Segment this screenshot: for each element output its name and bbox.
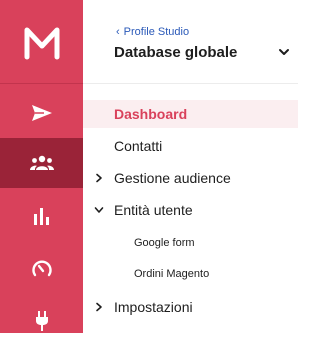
rail-item-reports[interactable] <box>0 191 83 241</box>
rail-item-audience[interactable] <box>0 138 83 188</box>
nav-item-label: Ordini Magento <box>134 268 210 280</box>
nav-item-label: Impostazioni <box>114 299 193 315</box>
m-logo-icon <box>24 27 59 59</box>
nav-item-contatti[interactable]: Contatti <box>83 132 298 160</box>
navigation-panel: ‹ Profile Studio Database globale Dashbo… <box>83 0 298 333</box>
nav-subitem-google-form[interactable]: Google form <box>83 229 298 257</box>
nav-item-label: Contatti <box>114 138 163 154</box>
chevron-left-icon: ‹ <box>116 26 120 38</box>
audience-icon <box>29 155 54 170</box>
chevron-down-icon[interactable] <box>278 46 290 58</box>
rail-item-performance[interactable] <box>0 243 83 293</box>
send-icon <box>31 105 52 121</box>
nav-item-gestione-audience[interactable]: Gestione audience <box>83 164 298 192</box>
brand-logo[interactable] <box>0 0 83 83</box>
gauge-icon <box>31 260 52 277</box>
nav-item-dashboard[interactable]: Dashboard <box>83 100 298 128</box>
page-title: Database globale <box>114 44 238 61</box>
rail-divider <box>0 83 83 84</box>
nav-subitem-ordini-magento[interactable]: Ordini Magento <box>83 260 298 288</box>
nav-item-label: Dashboard <box>114 106 188 122</box>
nav-item-label: Gestione audience <box>114 170 231 186</box>
chevron-down-icon[interactable] <box>94 205 104 215</box>
rail-item-campaigns[interactable] <box>0 88 83 138</box>
nav-item-label: Google form <box>134 237 195 249</box>
header-divider <box>83 83 298 84</box>
nav-item-label: Entità utente <box>114 202 193 218</box>
rail-item-integrations[interactable] <box>0 296 83 346</box>
breadcrumb-label: Profile Studio <box>123 26 190 38</box>
nav-item-entita-utente[interactable]: Entità utente <box>83 196 298 224</box>
chevron-right-icon[interactable] <box>94 173 104 183</box>
plug-icon <box>35 311 48 331</box>
breadcrumb-back-link[interactable]: ‹ Profile Studio <box>116 26 189 38</box>
bar-chart-icon <box>33 208 49 225</box>
nav-item-impostazioni[interactable]: Impostazioni <box>83 293 298 321</box>
chevron-right-icon[interactable] <box>94 302 104 312</box>
app-rail <box>0 0 83 333</box>
